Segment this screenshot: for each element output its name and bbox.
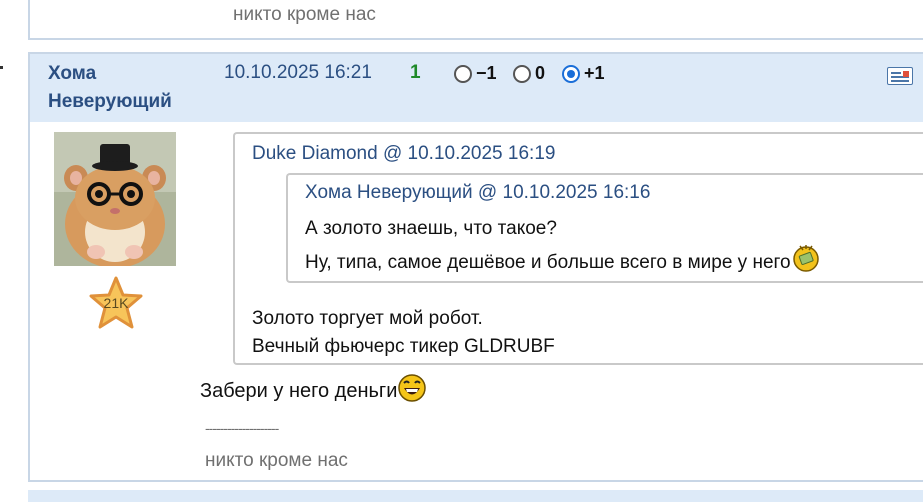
vote-plus-one[interactable]: +1 [562, 63, 605, 84]
vote-zero-radio[interactable] [513, 64, 531, 83]
nested-quote-author-link[interactable]: Хома Неверующий [305, 182, 473, 203]
quote-datetime-link[interactable]: 10.10.2025 16:19 [408, 143, 556, 164]
vote-zero-label: 0 [535, 63, 546, 83]
quote-at: @ [382, 143, 403, 164]
post-score: 1 [410, 62, 421, 83]
report-icon[interactable] [887, 67, 913, 85]
nested-quote-header: Хома Неверующий @ 10.10.2025 16:16 [305, 182, 650, 204]
vote-plus-one-label: +1 [584, 63, 605, 83]
post-signature: никто кроме нас [205, 450, 348, 471]
vote-minus-one-label: −1 [476, 63, 497, 83]
vote-minus-one[interactable]: −1 [454, 63, 497, 84]
rating-star-badge: 21K [88, 276, 144, 330]
vote-zero[interactable]: 0 [513, 63, 545, 84]
previous-post: никто кроме нас [28, 0, 923, 40]
previous-post-signature: никто кроме нас [233, 4, 376, 25]
author-name-line2: Неверующий [48, 91, 172, 112]
quote-header: Duke Diamond @ 10.10.2025 16:19 [252, 143, 555, 165]
nested-quote-at: @ [477, 182, 498, 203]
laughing-emoji-icon [397, 373, 427, 403]
post-datetime-link[interactable]: 10.10.2025 16:21 [224, 62, 372, 84]
rating-badge-value: 21K [103, 295, 129, 311]
next-post-header [28, 490, 923, 502]
quote-author-link[interactable]: Duke Diamond [252, 143, 378, 164]
money-emoji-icon [791, 243, 821, 273]
forum-post: Хома Неверующий 10.10.2025 16:21 1 −1 0 … [28, 52, 923, 482]
nested-quote-line: Ну, типа, самое дешёвое и больше всего в… [305, 252, 791, 273]
nested-quote-block: Хома Неверующий @ 10.10.2025 16:16 А зол… [286, 173, 923, 283]
post-header: Хома Неверующий 10.10.2025 16:21 1 −1 0 … [30, 54, 923, 122]
nested-quote-datetime-link[interactable]: 10.10.2025 16:16 [503, 182, 651, 203]
quote-line: Золото торгует мой робот. [252, 308, 483, 329]
vote-plus-one-radio[interactable] [562, 64, 580, 83]
quote-line: Вечный фьючерс тикер GLDRUBF [252, 336, 555, 357]
nested-quote-line: А золото знаешь, что такое? [305, 218, 557, 239]
nested-quote-line-with-emoji: Ну, типа, самое дешёвое и больше всего в… [305, 244, 821, 274]
author-name-link[interactable]: Хома Неверующий [48, 60, 172, 116]
author-name-line1: Хома [48, 63, 97, 84]
edge-marker [0, 66, 3, 69]
vote-minus-one-radio[interactable] [454, 64, 472, 83]
signature-separator: -------------------- [205, 420, 279, 436]
author-avatar[interactable] [54, 132, 176, 266]
quote-block: Duke Diamond @ 10.10.2025 16:19 Хома Нев… [233, 132, 923, 365]
reply-text: Забери у него деньги [200, 373, 427, 403]
reply-text-content: Забери у него деньги [200, 380, 398, 402]
